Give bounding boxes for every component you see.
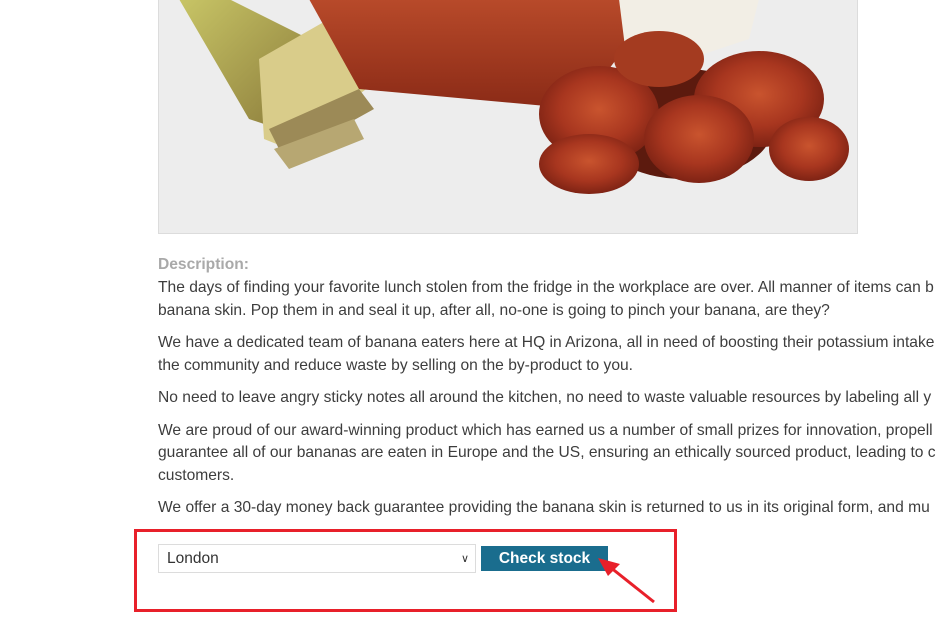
description-paragraph: The days of finding your favorite lunch … [158, 277, 950, 322]
description-line: No need to leave angry sticky notes all … [158, 389, 932, 406]
description-line: The days of finding your favorite lunch … [158, 279, 934, 296]
description-line: We are proud of our award-winning produc… [158, 421, 933, 439]
product-image [158, 0, 858, 234]
product-photo [159, 0, 857, 233]
description-paragraph: We offer a 30-day money back guarantee p… [158, 497, 950, 520]
stock-check-form: London ∨ Check stock [158, 543, 608, 573]
store-select[interactable]: London ∨ [158, 543, 476, 573]
page: Description: The days of finding your fa… [0, 0, 950, 627]
description-paragraph: No need to leave angry sticky notes all … [158, 387, 950, 410]
description-line: the community and reduce waste by sellin… [158, 356, 634, 374]
description-paragraph: We have a dedicated team of banana eater… [158, 332, 950, 377]
store-select-value: London [167, 549, 219, 567]
description-paragraph: We are proud of our award-winning produc… [158, 420, 950, 488]
description-line: We have a dedicated team of banana eater… [158, 334, 935, 351]
chevron-down-icon: ∨ [460, 552, 469, 565]
description-line: guarantee all of our bananas are eaten i… [158, 444, 936, 461]
description-line: We offer a 30-day money back guarantee p… [158, 499, 930, 516]
description-block: Description: The days of finding your fa… [158, 254, 950, 530]
description-line: customers. [158, 466, 235, 484]
description-heading: Description: [158, 256, 249, 273]
description-line: banana skin. Pop them in and seal it up,… [158, 301, 830, 319]
check-stock-button[interactable]: Check stock [481, 545, 608, 571]
